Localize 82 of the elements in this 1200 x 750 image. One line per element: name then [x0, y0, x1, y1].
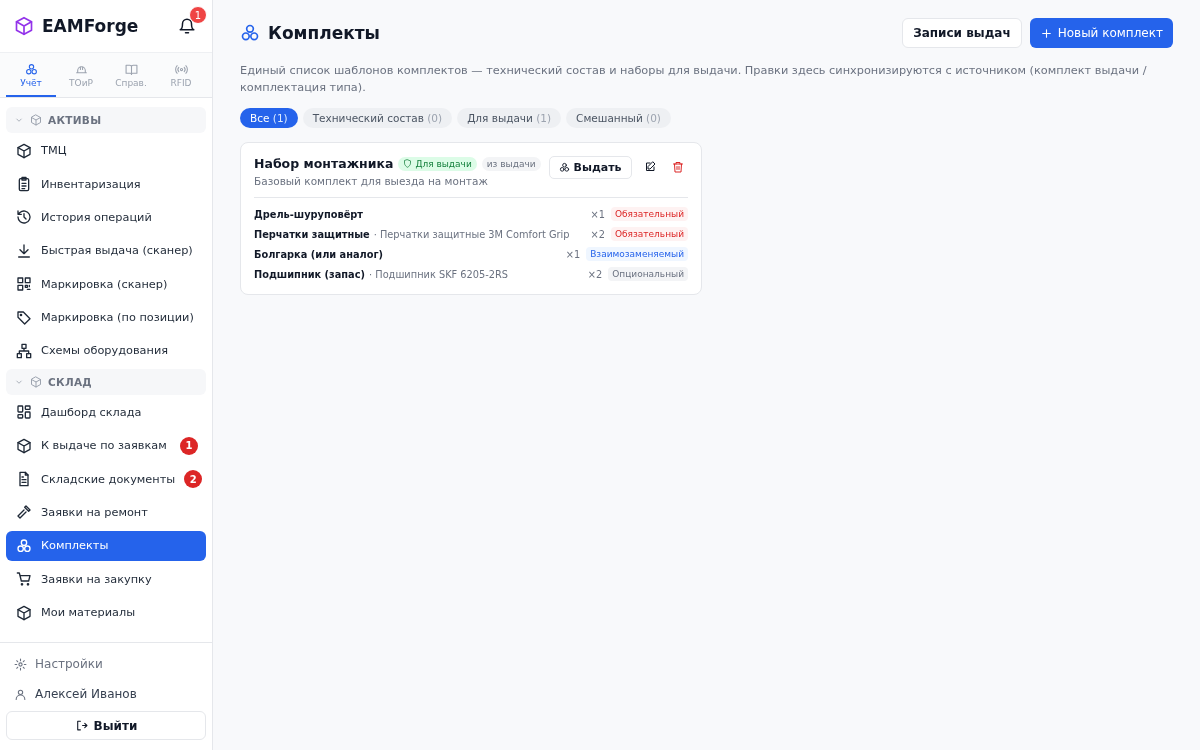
boxes-icon: [16, 537, 32, 554]
helmet-icon: [74, 63, 88, 76]
nav-item[interactable]: Маркировка (по позиции): [6, 302, 206, 333]
item-name: Перчатки защитные: [254, 228, 370, 240]
box-icon: [16, 142, 32, 159]
trash-icon: [671, 161, 684, 173]
box-icon: [16, 437, 32, 454]
qr-code-icon: [16, 276, 32, 293]
logo-icon: [14, 16, 34, 36]
tag-icon: [16, 309, 32, 326]
logout-button[interactable]: Выйти: [6, 711, 206, 740]
nav-item[interactable]: Складские документы 2: [6, 464, 206, 495]
source-tag: из выдачи: [481, 156, 541, 171]
requirement-tag: Опциональный: [608, 267, 688, 281]
page-description: Единый список шаблонов комплектов — технический состав и наборы для выдачи. Правки здесь синхронизируются с источником (комплект выдачи / комплектация типа).: [240, 63, 1148, 96]
item-detail: · Подшипник SKF 6205-2RS: [369, 268, 509, 280]
item-detail: · Перчатки защитные 3M Comfort Grip: [373, 228, 570, 240]
bell-icon: [178, 17, 196, 35]
nav-item[interactable]: К выдаче по заявкам 1: [6, 430, 206, 461]
nav-item[interactable]: Схемы оборудования: [6, 335, 206, 366]
edit-icon: [643, 161, 656, 173]
item-quantity: ×2: [587, 268, 603, 280]
new-kit-button[interactable]: Новый комплект: [1029, 18, 1173, 48]
shield-icon: [403, 159, 413, 168]
plus-icon: [1039, 26, 1053, 40]
nav-item[interactable]: Заявки на закупку: [6, 564, 206, 595]
signal-icon: [174, 63, 188, 76]
kit-name: Набор монтажника: [254, 156, 394, 171]
nav-item[interactable]: Быстрая выдача (сканер): [6, 235, 206, 266]
nav-item[interactable]: Маркировка (сканер): [6, 269, 206, 300]
type-tag: Для выдачи: [398, 156, 477, 171]
nav-item[interactable]: Инвентаризация: [6, 169, 206, 200]
boxes-icon: [240, 23, 260, 43]
item-quantity: ×1: [565, 248, 581, 260]
document-icon: [16, 471, 32, 488]
kit-description: Базовый комплект для выезда на монтаж: [254, 175, 489, 187]
nav-item[interactable]: Мои материалы: [6, 597, 206, 628]
user-name: Алексей Иванов: [35, 687, 137, 701]
logout-icon: [74, 719, 88, 732]
history-icon: [16, 209, 32, 226]
item-quantity: ×1: [590, 208, 605, 220]
app-name: EAMForge: [42, 16, 140, 36]
book-icon: [124, 63, 138, 76]
item-name: Болгарка (или аналог): [254, 248, 384, 260]
filter-chip[interactable]: Все (1): [240, 108, 298, 128]
item-name: Подшипник (запас): [254, 268, 366, 280]
item-name: Дрель-шуруповёрт: [254, 208, 364, 220]
requirement-tag: Взаимозаменяемый: [586, 247, 688, 261]
issue-button[interactable]: Выдать: [548, 156, 632, 179]
section-header[interactable]: СКЛАД: [6, 368, 206, 395]
notification-badge: 1: [189, 6, 207, 24]
item-quantity: ×2: [590, 228, 605, 240]
box-icon: [30, 114, 42, 126]
nav-item[interactable]: Заявки на ремонт: [6, 497, 206, 528]
requirement-tag: Обязательный: [610, 207, 688, 221]
nav-item[interactable]: Комплекты: [6, 530, 206, 561]
box-icon: [30, 375, 42, 388]
page-title: Комплекты: [268, 23, 380, 43]
count-badge: 2: [184, 470, 203, 489]
nav-item[interactable]: ТМЦ: [6, 135, 206, 166]
boxes-icon: [24, 63, 38, 76]
download-icon: [16, 242, 32, 259]
grid-icon: [16, 404, 32, 421]
filter-chip[interactable]: Технический состав (0): [302, 108, 453, 128]
box-icon: [16, 604, 32, 621]
issue-records-button[interactable]: Записи выдач: [902, 18, 1022, 48]
filter-chip[interactable]: Смешанный (0): [566, 108, 671, 128]
count-badge: 1: [180, 436, 198, 455]
boxes-icon: [558, 162, 570, 173]
hierarchy-icon: [16, 342, 32, 359]
section-header[interactable]: АКТИВЫ: [6, 107, 206, 133]
filter-chip[interactable]: Для выдачи (1): [457, 108, 562, 128]
nav-item[interactable]: История операций: [6, 202, 206, 233]
requirement-tag: Обязательный: [610, 227, 688, 241]
cart-icon: [16, 571, 32, 588]
clipboard-icon: [16, 176, 32, 193]
nav-item[interactable]: Дашборд склада: [6, 397, 206, 428]
user-icon: [14, 687, 27, 701]
settings-link[interactable]: Настройки: [6, 651, 206, 677]
hammer-icon: [16, 504, 32, 521]
settings-icon: [14, 657, 27, 671]
module-tab[interactable]: Учёт: [6, 57, 56, 97]
